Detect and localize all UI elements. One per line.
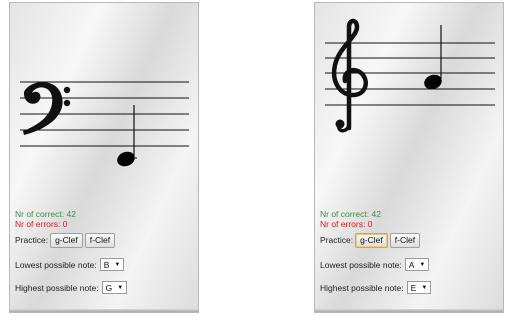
f-clef-button[interactable]: f-Clef [389, 232, 421, 248]
practice-label: Practice: [15, 235, 49, 245]
f-clef-icon [23, 82, 71, 135]
lowest-note-label: Lowest possible note: [15, 259, 97, 270]
highest-note-label: Highest possible note: [320, 282, 404, 293]
staff [325, 18, 495, 133]
practice-row: Practice: g-Clef f-Clef [15, 232, 195, 248]
highest-note-value: E [410, 282, 417, 293]
g-clef-button[interactable]: g-Clef [355, 232, 388, 248]
error-count: Nr of errors: 0 [15, 219, 68, 229]
g-clef-button[interactable]: g-Clef [50, 232, 83, 248]
lowest-note-select[interactable]: A ▼ [404, 258, 430, 271]
lowest-note-select[interactable]: B ▼ [99, 258, 125, 271]
dropdown-arrow-icon: ▼ [117, 284, 124, 291]
staff [20, 81, 189, 167]
practice-panel-g-clef: Nr of correct: 42 Nr of errors: 0 Practi… [314, 2, 504, 313]
highest-note-row: Highest possible note: G ▼ [15, 280, 195, 295]
highest-note-label: Highest possible note: [15, 282, 99, 293]
practice-panel-f-clef: Nr of correct: 42 Nr of errors: 0 Practi… [9, 2, 199, 313]
error-count: Nr of errors: 0 [320, 219, 373, 229]
highest-note-value: G [105, 282, 113, 293]
correct-count: Nr of correct: 42 [15, 209, 76, 219]
f-clef-button[interactable]: f-Clef [84, 232, 116, 248]
highest-note-select[interactable]: E ▼ [406, 281, 432, 294]
lowest-note-value: B [103, 259, 110, 270]
stats-and-controls: Nr of correct: 42 Nr of errors: 0 Practi… [320, 209, 500, 295]
highest-note-row: Highest possible note: E ▼ [320, 280, 500, 295]
lowest-note-label: Lowest possible note: [320, 259, 402, 270]
dropdown-arrow-icon: ▼ [419, 261, 426, 268]
g-clef-icon [331, 18, 368, 133]
note [117, 105, 137, 167]
highest-note-select[interactable]: G ▼ [101, 281, 128, 294]
practice-label: Practice: [320, 235, 354, 245]
stats-and-controls: Nr of correct: 42 Nr of errors: 0 Practi… [15, 209, 195, 295]
correct-count: Nr of correct: 42 [320, 209, 381, 219]
dropdown-arrow-icon: ▼ [114, 261, 121, 268]
lowest-note-row: Lowest possible note: A ▼ [320, 257, 500, 272]
lowest-note-value: A [408, 259, 415, 270]
lowest-note-row: Lowest possible note: B ▼ [15, 257, 195, 272]
dropdown-arrow-icon: ▼ [421, 284, 428, 291]
practice-row: Practice: g-Clef f-Clef [320, 232, 500, 248]
